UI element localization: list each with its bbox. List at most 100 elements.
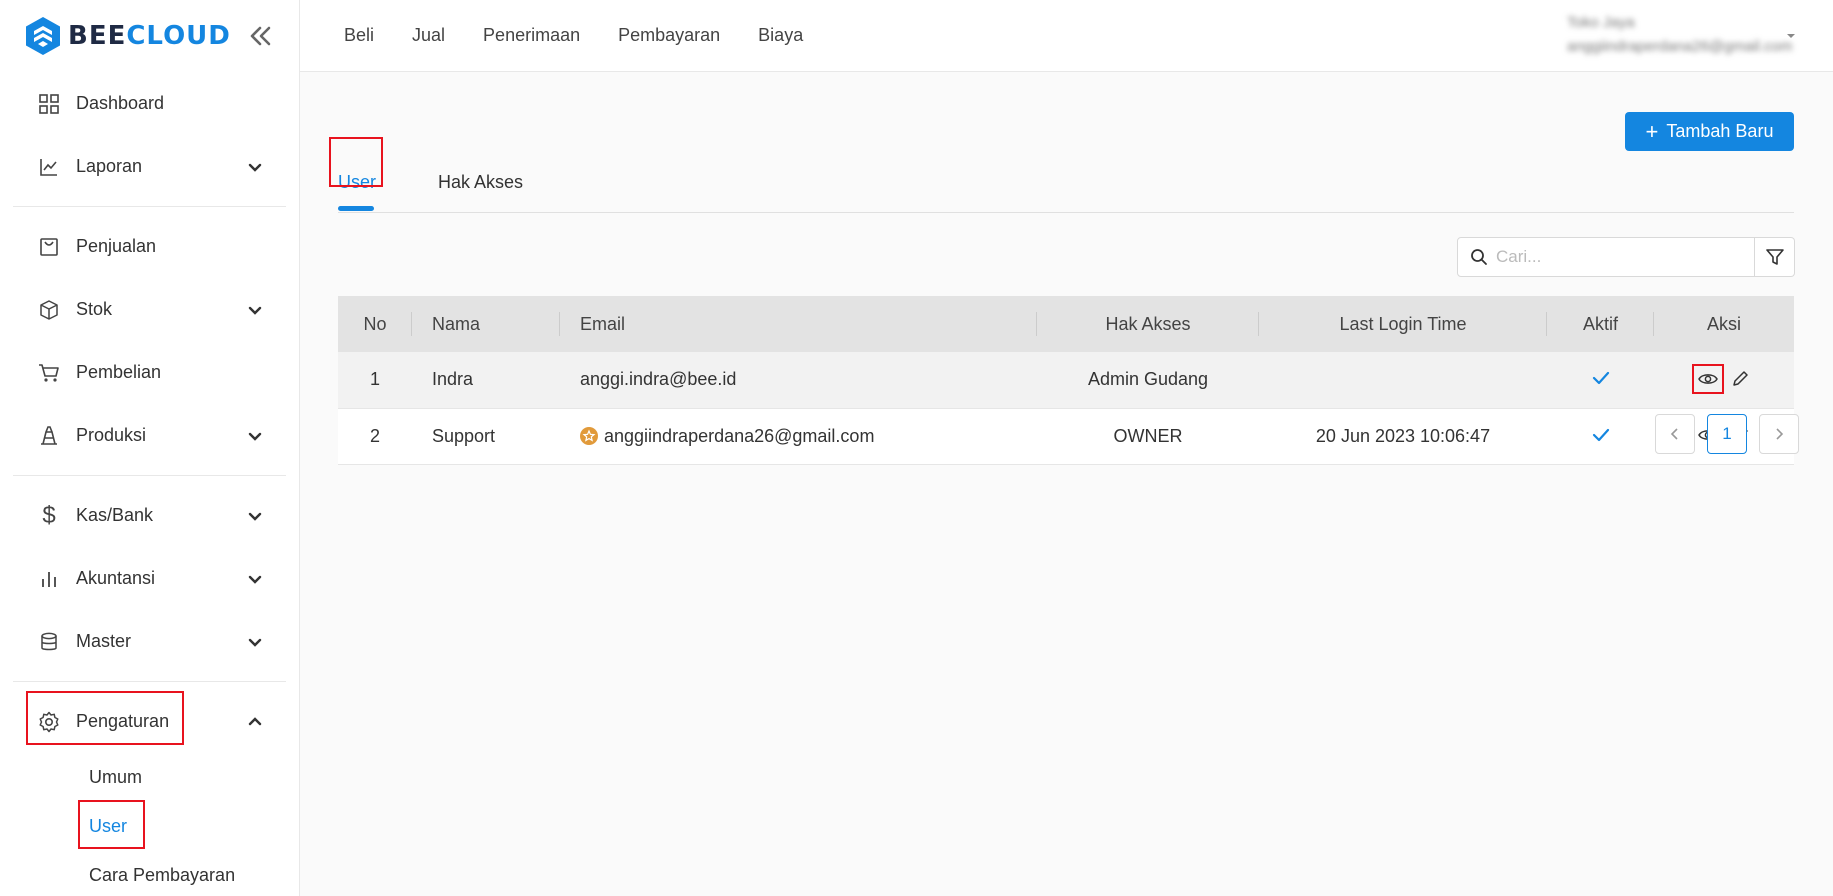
top-nav: Beli Jual Penerimaan Pembayaran Biaya bbox=[300, 25, 841, 46]
shopping-bag-icon bbox=[38, 236, 60, 258]
main-content: + Tambah Baru User Hak Akses No Nama Ema… bbox=[300, 72, 1833, 896]
col-nama: Nama bbox=[412, 296, 560, 352]
sidebar-item-pembelian[interactable]: Pembelian bbox=[0, 341, 299, 404]
chevron-down-icon bbox=[248, 163, 262, 172]
sidebar-subitem-umum[interactable]: Umum bbox=[0, 753, 299, 802]
sidebar-item-label: Kas/Bank bbox=[76, 505, 154, 525]
prev-page-button[interactable] bbox=[1655, 414, 1695, 454]
cell-no: 1 bbox=[338, 352, 412, 409]
sidebar-item-label: Pengaturan bbox=[76, 711, 170, 731]
topnav-biaya[interactable]: Biaya bbox=[758, 25, 803, 46]
sidebar: BEECLOUD Dashboard Laporan Penjualan Sto… bbox=[0, 0, 300, 896]
col-aktif: Aktif bbox=[1547, 296, 1654, 352]
sidebar-item-master[interactable]: Master bbox=[0, 610, 299, 673]
company-name: Toko Jaya bbox=[1567, 14, 1635, 31]
table-row: 1 Indra anggi.indra@bee.id Admin Gudang bbox=[338, 352, 1794, 409]
table-header-row: No Nama Email Hak Akses Last Login Time … bbox=[338, 296, 1794, 352]
users-table: No Nama Email Hak Akses Last Login Time … bbox=[338, 296, 1794, 465]
tab-divider bbox=[338, 212, 1794, 213]
sidebar-item-laporan[interactable]: Laporan bbox=[0, 135, 299, 198]
chevron-left-icon bbox=[1670, 428, 1678, 440]
box-icon bbox=[38, 299, 60, 321]
topnav-penerimaan[interactable]: Penerimaan bbox=[483, 25, 580, 46]
topnav-beli[interactable]: Beli bbox=[344, 25, 374, 46]
search-icon bbox=[1471, 249, 1487, 265]
sidebar-subitem-label: Umum bbox=[89, 767, 142, 787]
sidebar-subitem-label: User bbox=[89, 816, 128, 836]
pagination: 1 bbox=[1655, 414, 1799, 454]
search-box bbox=[1457, 237, 1755, 277]
user-menu[interactable]: Toko Jaya anggiindraperdana26@gmail.com bbox=[1527, 10, 1797, 62]
filter-icon bbox=[1765, 249, 1784, 265]
chevron-up-icon bbox=[248, 716, 262, 725]
sidebar-nav-group-3: $ Kas/Bank Akuntansi Master bbox=[0, 484, 299, 673]
chevron-down-icon bbox=[248, 638, 262, 647]
database-icon bbox=[38, 631, 60, 653]
chevron-down-icon bbox=[248, 512, 262, 521]
chevron-down-icon bbox=[248, 575, 262, 584]
chevron-down-icon bbox=[248, 306, 262, 315]
sidebar-subitem-cara-pembayaran[interactable]: Cara Pembayaran bbox=[0, 851, 299, 896]
brand-part1: BEE bbox=[68, 21, 127, 51]
chevron-down-icon bbox=[248, 432, 262, 441]
sidebar-item-dashboard[interactable]: Dashboard bbox=[0, 72, 299, 135]
brand-part2: CLOUD bbox=[126, 21, 231, 51]
grid-icon bbox=[38, 93, 60, 115]
sidebar-divider bbox=[13, 681, 286, 682]
cell-last-login: 20 Jun 2023 10:06:47 bbox=[1259, 408, 1547, 465]
filter-button[interactable] bbox=[1755, 237, 1795, 277]
table-row: 2 Support anggiindraperdana26@gmail.com … bbox=[338, 408, 1794, 465]
sidebar-item-akuntansi[interactable]: Akuntansi bbox=[0, 547, 299, 610]
cell-email-text: anggiindraperdana26@gmail.com bbox=[604, 425, 875, 446]
col-hak-akses: Hak Akses bbox=[1037, 296, 1259, 352]
collapse-sidebar-icon[interactable] bbox=[246, 22, 274, 50]
col-no: No bbox=[338, 296, 412, 352]
sidebar-item-label: Master bbox=[76, 631, 132, 651]
edit-pencil-icon[interactable] bbox=[1729, 369, 1751, 389]
sidebar-item-penjualan[interactable]: Penjualan bbox=[0, 215, 299, 278]
search-input[interactable] bbox=[1496, 247, 1736, 267]
bar-chart-icon bbox=[38, 568, 60, 590]
view-eye-icon[interactable] bbox=[1692, 363, 1724, 394]
sidebar-subitem-user[interactable]: User bbox=[0, 802, 299, 851]
dollar-icon: $ bbox=[42, 501, 56, 529]
sidebar-item-label: Pembelian bbox=[76, 362, 162, 382]
sidebar-item-stok[interactable]: Stok bbox=[0, 278, 299, 341]
sidebar-item-label: Produksi bbox=[76, 425, 147, 445]
beecloud-logo-icon bbox=[26, 17, 60, 55]
sidebar-item-kas-bank[interactable]: $ Kas/Bank bbox=[0, 484, 299, 547]
tab-hak-akses[interactable]: Hak Akses bbox=[438, 172, 523, 193]
next-page-button[interactable] bbox=[1759, 414, 1799, 454]
sidebar-divider bbox=[13, 475, 286, 476]
sidebar-item-produksi[interactable]: Produksi bbox=[0, 404, 299, 467]
sidebar-divider bbox=[13, 206, 286, 207]
cell-hak-akses: OWNER bbox=[1037, 408, 1259, 465]
topnav-pembayaran[interactable]: Pembayaran bbox=[618, 25, 720, 46]
caret-down-icon bbox=[1787, 34, 1795, 38]
cell-aktif bbox=[1547, 352, 1654, 409]
tab-user[interactable]: User bbox=[338, 172, 376, 193]
topnav-jual[interactable]: Jual bbox=[412, 25, 445, 46]
gear-icon bbox=[38, 711, 60, 733]
logo-row: BEECLOUD bbox=[0, 0, 299, 72]
sidebar-nav-group-4: Pengaturan bbox=[0, 690, 299, 753]
cell-no: 2 bbox=[338, 408, 412, 465]
sidebar-nav-group-2: Penjualan Stok Pembelian Produksi bbox=[0, 215, 299, 467]
check-icon bbox=[1592, 428, 1609, 441]
cell-last-login bbox=[1259, 352, 1547, 409]
sidebar-subitem-label: Cara Pembayaran bbox=[89, 865, 236, 885]
add-new-button[interactable]: + Tambah Baru bbox=[1625, 112, 1794, 151]
topbar: Beli Jual Penerimaan Pembayaran Biaya To… bbox=[300, 0, 1833, 72]
cell-nama: Indra bbox=[412, 352, 560, 409]
plus-icon: + bbox=[1645, 118, 1659, 144]
cart-icon bbox=[38, 362, 60, 384]
factory-icon bbox=[38, 425, 60, 447]
active-tab-indicator bbox=[338, 206, 374, 211]
check-icon bbox=[1592, 372, 1609, 385]
cell-email: anggiindraperdana26@gmail.com bbox=[560, 408, 1037, 465]
cell-aktif bbox=[1547, 408, 1654, 465]
sidebar-item-label: Stok bbox=[76, 299, 113, 319]
cell-email: anggi.indra@bee.id bbox=[560, 352, 1037, 409]
sidebar-item-pengaturan[interactable]: Pengaturan bbox=[0, 690, 299, 753]
page-1-button[interactable]: 1 bbox=[1707, 414, 1747, 454]
